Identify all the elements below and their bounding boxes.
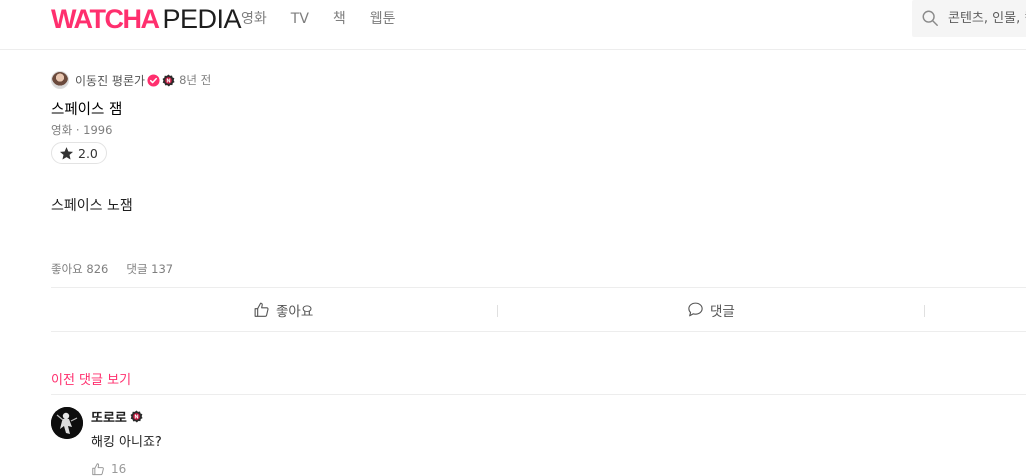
view-previous-comments-link[interactable]: 이전 댓글 보기: [51, 369, 131, 388]
watcha-pedia-logo[interactable]: WATCHA PEDIA: [51, 3, 242, 35]
likes-count: 좋아요 826: [51, 262, 109, 276]
nav-movies[interactable]: 영화: [241, 10, 267, 28]
author-name[interactable]: 이동진 평론가: [75, 72, 145, 89]
review-author-row: 이동진 평론가 N 8년 전: [51, 71, 211, 89]
search-icon: [922, 10, 938, 26]
content-meta: 영화 · 1996: [51, 123, 113, 137]
logo-main: WATCHA: [51, 4, 160, 34]
rating-chip: 2.0: [51, 142, 107, 164]
review-stats: 좋아요 826 댓글 137: [51, 261, 173, 277]
speech-bubble-icon: [688, 302, 703, 317]
thumbs-up-icon: [92, 463, 104, 476]
logo-sub: PEDIA: [162, 4, 242, 34]
thumbs-up-icon: [254, 302, 269, 317]
nav-tv[interactable]: TV: [291, 10, 309, 28]
svg-text:N: N: [134, 414, 138, 420]
divider: [51, 394, 1026, 395]
action-divider: [497, 305, 498, 317]
like-button[interactable]: 좋아요: [253, 288, 313, 331]
main-nav: 영화 TV 책 웹툰: [241, 10, 420, 28]
nav-webtoon[interactable]: 웹툰: [370, 10, 396, 28]
search-input[interactable]: [948, 7, 1026, 29]
commenter-avatar[interactable]: [51, 407, 83, 439]
search-box[interactable]: [912, 0, 1026, 37]
comment-username[interactable]: 또로로: [91, 407, 127, 426]
n-badge-icon: N: [162, 73, 175, 86]
comment-button[interactable]: 댓글: [687, 288, 735, 331]
comments-count: 댓글 137: [126, 262, 174, 276]
review-action-bar: 좋아요 댓글: [51, 287, 1026, 332]
review-time-ago: 8년 전: [179, 73, 212, 87]
author-avatar[interactable]: [51, 71, 69, 89]
comment-user-row: 또로로 N: [91, 407, 143, 426]
content-title[interactable]: 스페이스 잼: [51, 98, 122, 119]
n-badge-icon: N: [130, 410, 143, 423]
action-divider: [924, 305, 925, 317]
like-button-label: 좋아요: [276, 303, 314, 320]
commenter-avatar-image: [51, 407, 83, 439]
star-icon: [59, 146, 74, 159]
top-header: WATCHA PEDIA 영화 TV 책 웹툰: [0, 0, 1026, 50]
comment-text: 해킹 아니죠?: [91, 435, 162, 450]
review-text: 스페이스 노잼: [51, 198, 133, 214]
comment-like-button[interactable]: 16: [91, 462, 126, 476]
verified-check-icon: [147, 73, 160, 87]
rating-value: 2.0: [78, 145, 98, 161]
comment-button-label: 댓글: [710, 303, 735, 320]
svg-text:N: N: [166, 78, 170, 84]
comment-like-count: 16: [111, 462, 127, 476]
nav-books[interactable]: 책: [333, 10, 346, 28]
